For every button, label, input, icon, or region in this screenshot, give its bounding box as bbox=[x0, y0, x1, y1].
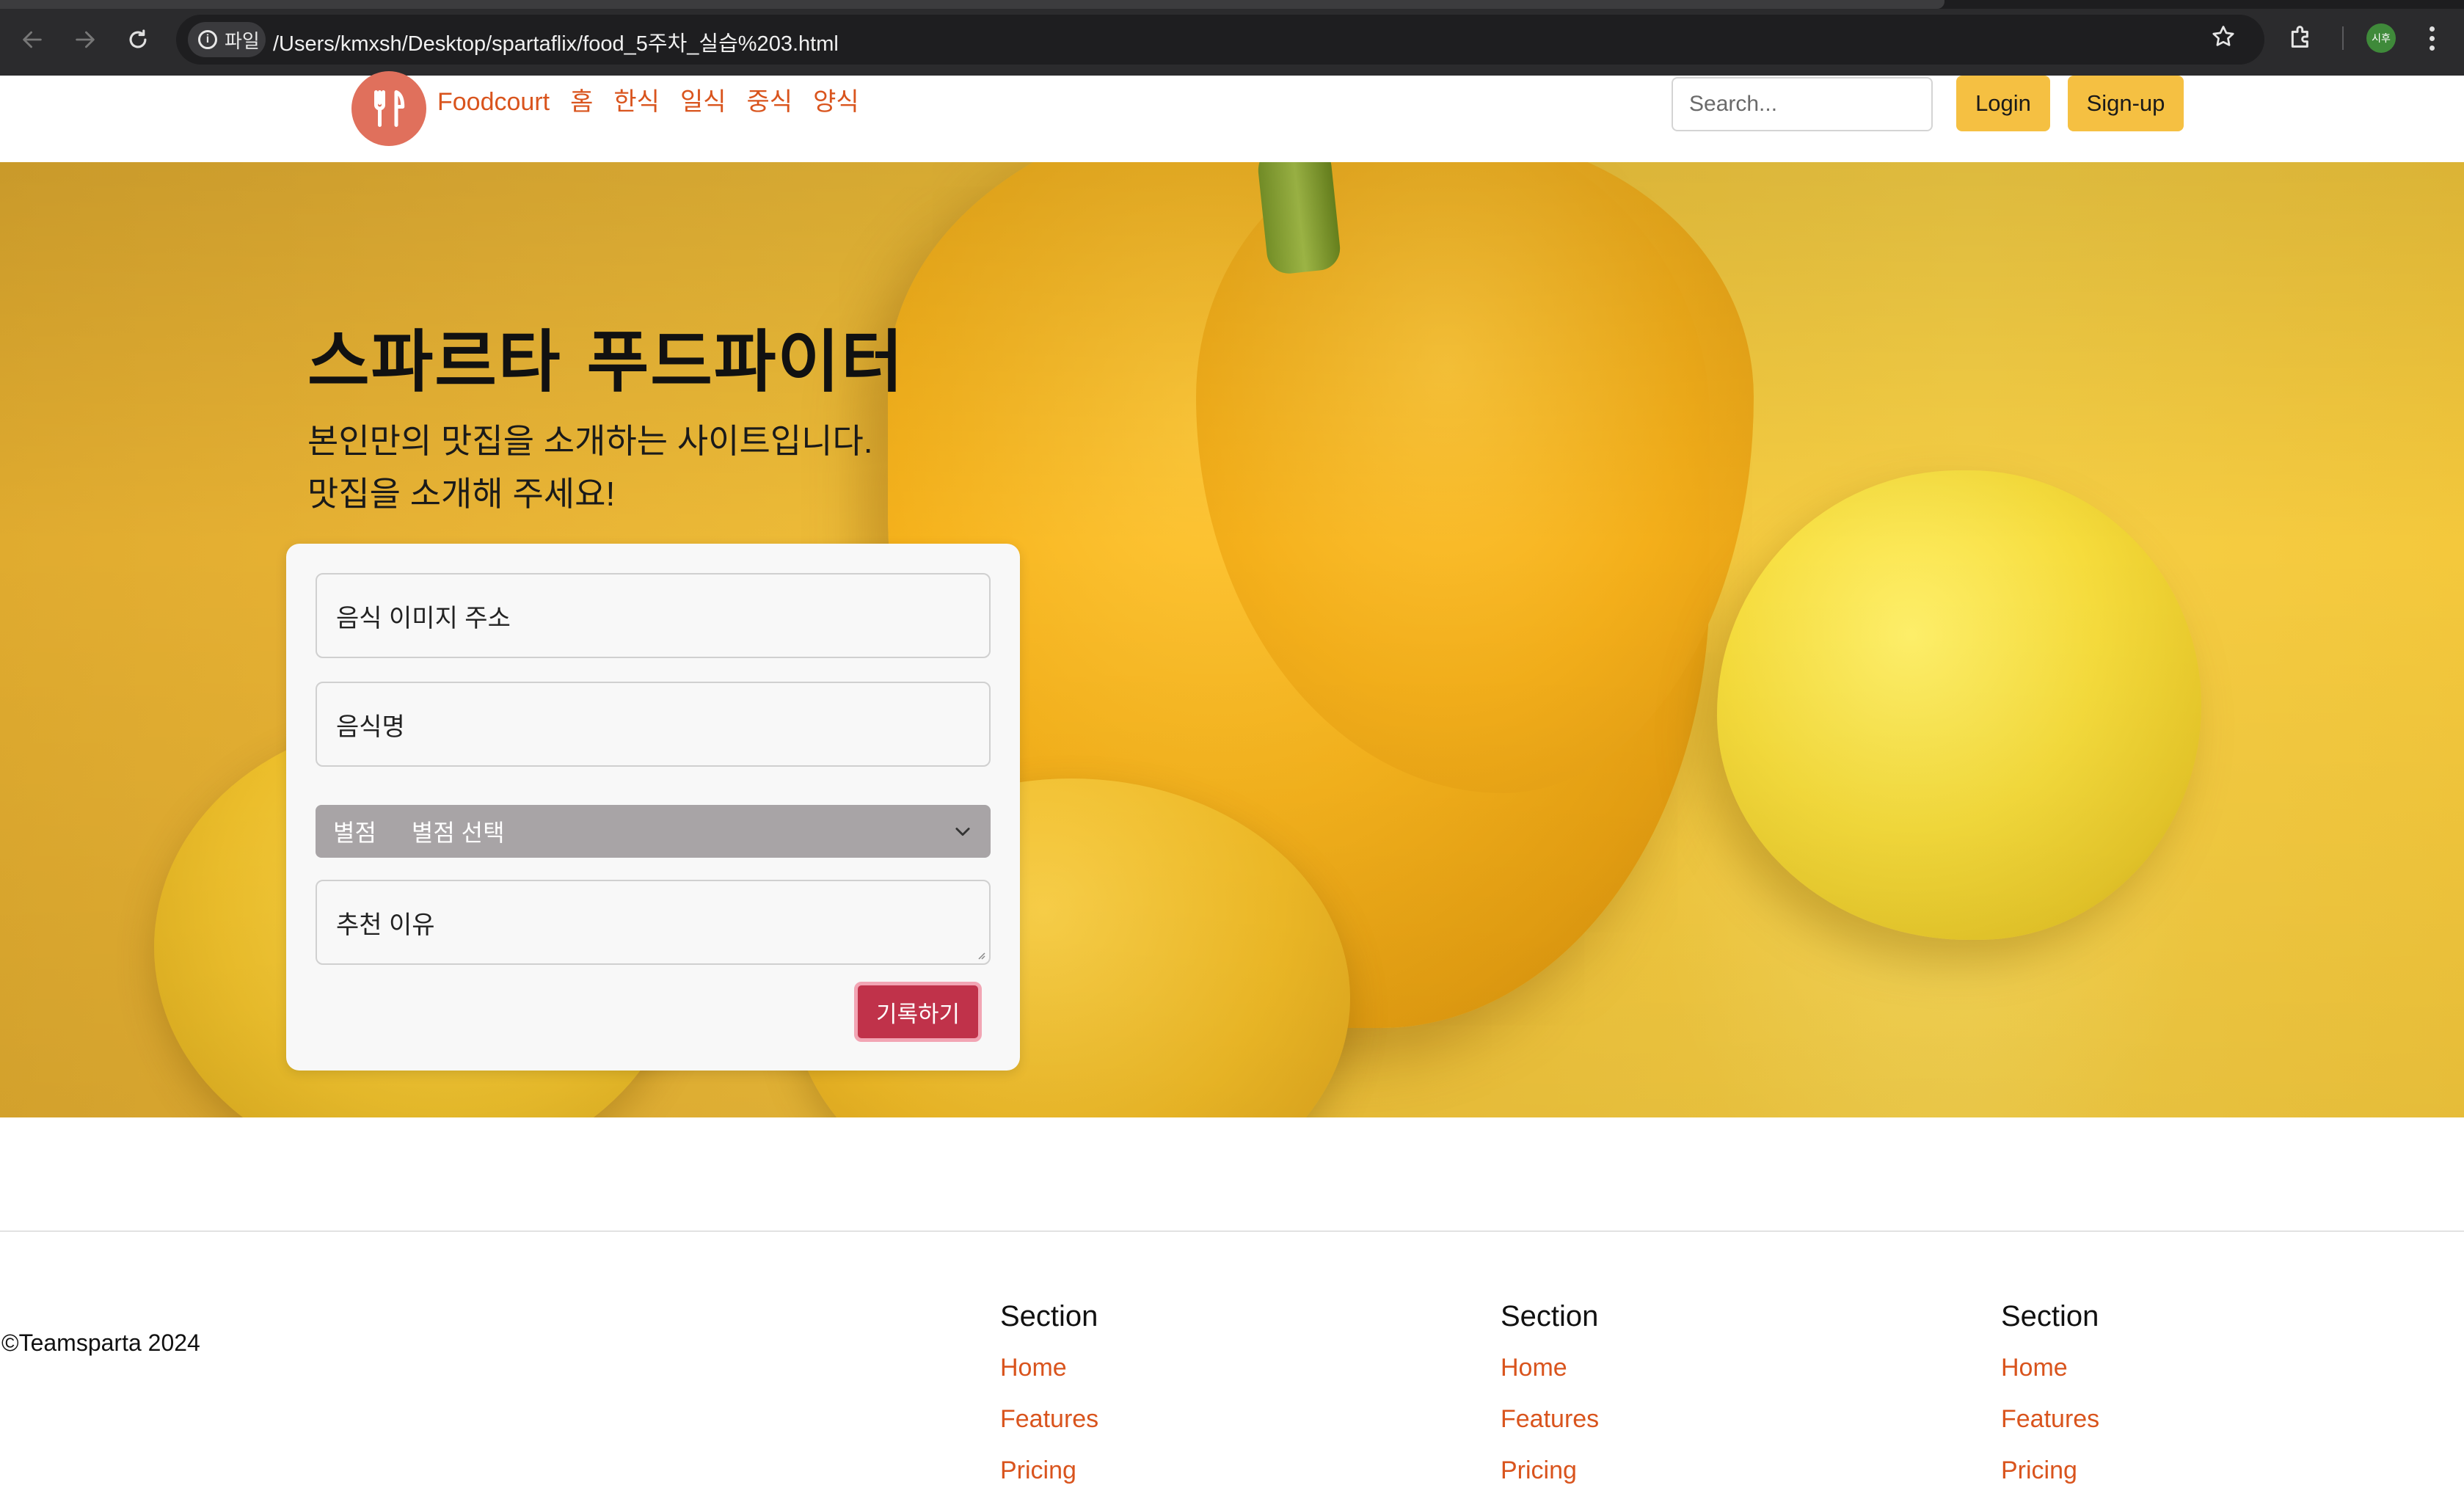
site-info-label: 파일 bbox=[225, 29, 260, 52]
image-url-field[interactable]: 음식 이미지 주소 bbox=[316, 573, 991, 658]
kebab-menu-icon[interactable] bbox=[2419, 22, 2445, 54]
footer-column: Section Home Features Pricing bbox=[2001, 1300, 2099, 1488]
footer-column-title: Section bbox=[1000, 1300, 1098, 1332]
food-name-field[interactable]: 음식명 bbox=[316, 682, 991, 767]
hero-title: 스파르타 푸드파이터 bbox=[307, 323, 905, 401]
site-header: Foodcourt 홈 한식 일식 중식 양식 Login Sign-up bbox=[0, 71, 2464, 162]
site-info-chip[interactable]: i 파일 bbox=[188, 22, 266, 57]
profile-avatar[interactable]: 시후 bbox=[2366, 23, 2396, 53]
recommend-reason-placeholder: 추천 이유 bbox=[336, 911, 435, 939]
rating-select[interactable]: 별점 별점 선택 bbox=[316, 805, 991, 858]
login-button[interactable]: Login bbox=[1956, 76, 2050, 131]
forward-arrow-icon[interactable] bbox=[68, 22, 103, 57]
footer-link-pricing[interactable]: Pricing bbox=[1000, 1455, 1098, 1488]
toolbar-divider bbox=[2342, 26, 2344, 50]
fork-knife-logo-icon[interactable] bbox=[351, 71, 426, 146]
footer-link-features[interactable]: Features bbox=[1000, 1404, 1098, 1455]
browser-chrome: i 파일 /Users/kmxsh/Desktop/spartaflix/foo… bbox=[0, 0, 2464, 76]
food-name-placeholder: 음식명 bbox=[336, 712, 405, 741]
back-arrow-icon[interactable] bbox=[15, 22, 50, 57]
search-input[interactable] bbox=[1672, 77, 1933, 131]
recommend-reason-textarea[interactable]: 추천 이유 bbox=[316, 880, 991, 965]
star-icon[interactable] bbox=[2210, 23, 2237, 50]
copyright-text: ©Teamsparta 2024 bbox=[1, 1330, 200, 1356]
footer-link-home[interactable]: Home bbox=[2001, 1352, 2099, 1404]
footer-column: Section Home Features Pricing bbox=[1000, 1300, 1098, 1488]
footer-link-pricing[interactable]: Pricing bbox=[1501, 1455, 1599, 1488]
footer-column-title: Section bbox=[1501, 1300, 1599, 1332]
submit-record-button[interactable]: 기록하기 bbox=[854, 982, 982, 1042]
review-form-card: 음식 이미지 주소 음식명 별점 별점 선택 추천 이유 기록하기 bbox=[286, 544, 1020, 1071]
footer-column: Section Home Features Pricing bbox=[1501, 1300, 1599, 1488]
chevron-down-icon bbox=[955, 828, 970, 836]
reload-icon[interactable] bbox=[120, 22, 156, 57]
tab-strip bbox=[0, 0, 2464, 9]
footer-link-pricing[interactable]: Pricing bbox=[2001, 1455, 2099, 1488]
footer-link-home[interactable]: Home bbox=[1501, 1352, 1599, 1404]
nav-brand-link[interactable]: Foodcourt bbox=[437, 88, 550, 117]
hero-subtitle-line: 본인만의 맛집을 소개하는 사이트입니다. bbox=[307, 422, 873, 460]
nav-item-korean[interactable]: 한식 bbox=[613, 81, 660, 117]
nav-item-western[interactable]: 양식 bbox=[813, 81, 859, 117]
url-text[interactable]: /Users/kmxsh/Desktop/spartaflix/food_5주차… bbox=[273, 26, 839, 57]
address-bar[interactable]: i 파일 /Users/kmxsh/Desktop/spartaflix/foo… bbox=[176, 15, 2264, 65]
footer-link-features[interactable]: Features bbox=[2001, 1404, 2099, 1455]
footer-divider bbox=[0, 1230, 2464, 1232]
rating-selected-value: 별점 선택 bbox=[411, 820, 505, 846]
hero-subtitle: 본인만의 맛집을 소개하는 사이트입니다. 맛집을 소개해 주세요! bbox=[307, 415, 873, 520]
rating-label: 별점 bbox=[333, 820, 376, 846]
footer-link-home[interactable]: Home bbox=[1000, 1352, 1098, 1404]
main-nav: Foodcourt 홈 한식 일식 중식 양식 bbox=[437, 81, 859, 117]
nav-item-home[interactable]: 홈 bbox=[570, 81, 593, 117]
nav-item-chinese[interactable]: 중식 bbox=[747, 81, 793, 117]
extensions-icon[interactable] bbox=[2286, 22, 2316, 51]
info-icon: i bbox=[198, 30, 217, 49]
nav-item-japanese[interactable]: 일식 bbox=[680, 81, 726, 117]
resize-grip-icon[interactable] bbox=[974, 949, 986, 960]
footer-link-features[interactable]: Features bbox=[1501, 1404, 1599, 1455]
image-url-placeholder: 음식 이미지 주소 bbox=[336, 604, 511, 632]
footer-column-title: Section bbox=[2001, 1300, 2099, 1332]
signup-button[interactable]: Sign-up bbox=[2068, 76, 2184, 131]
hero-subtitle-line: 맛집을 소개해 주세요! bbox=[307, 475, 616, 513]
